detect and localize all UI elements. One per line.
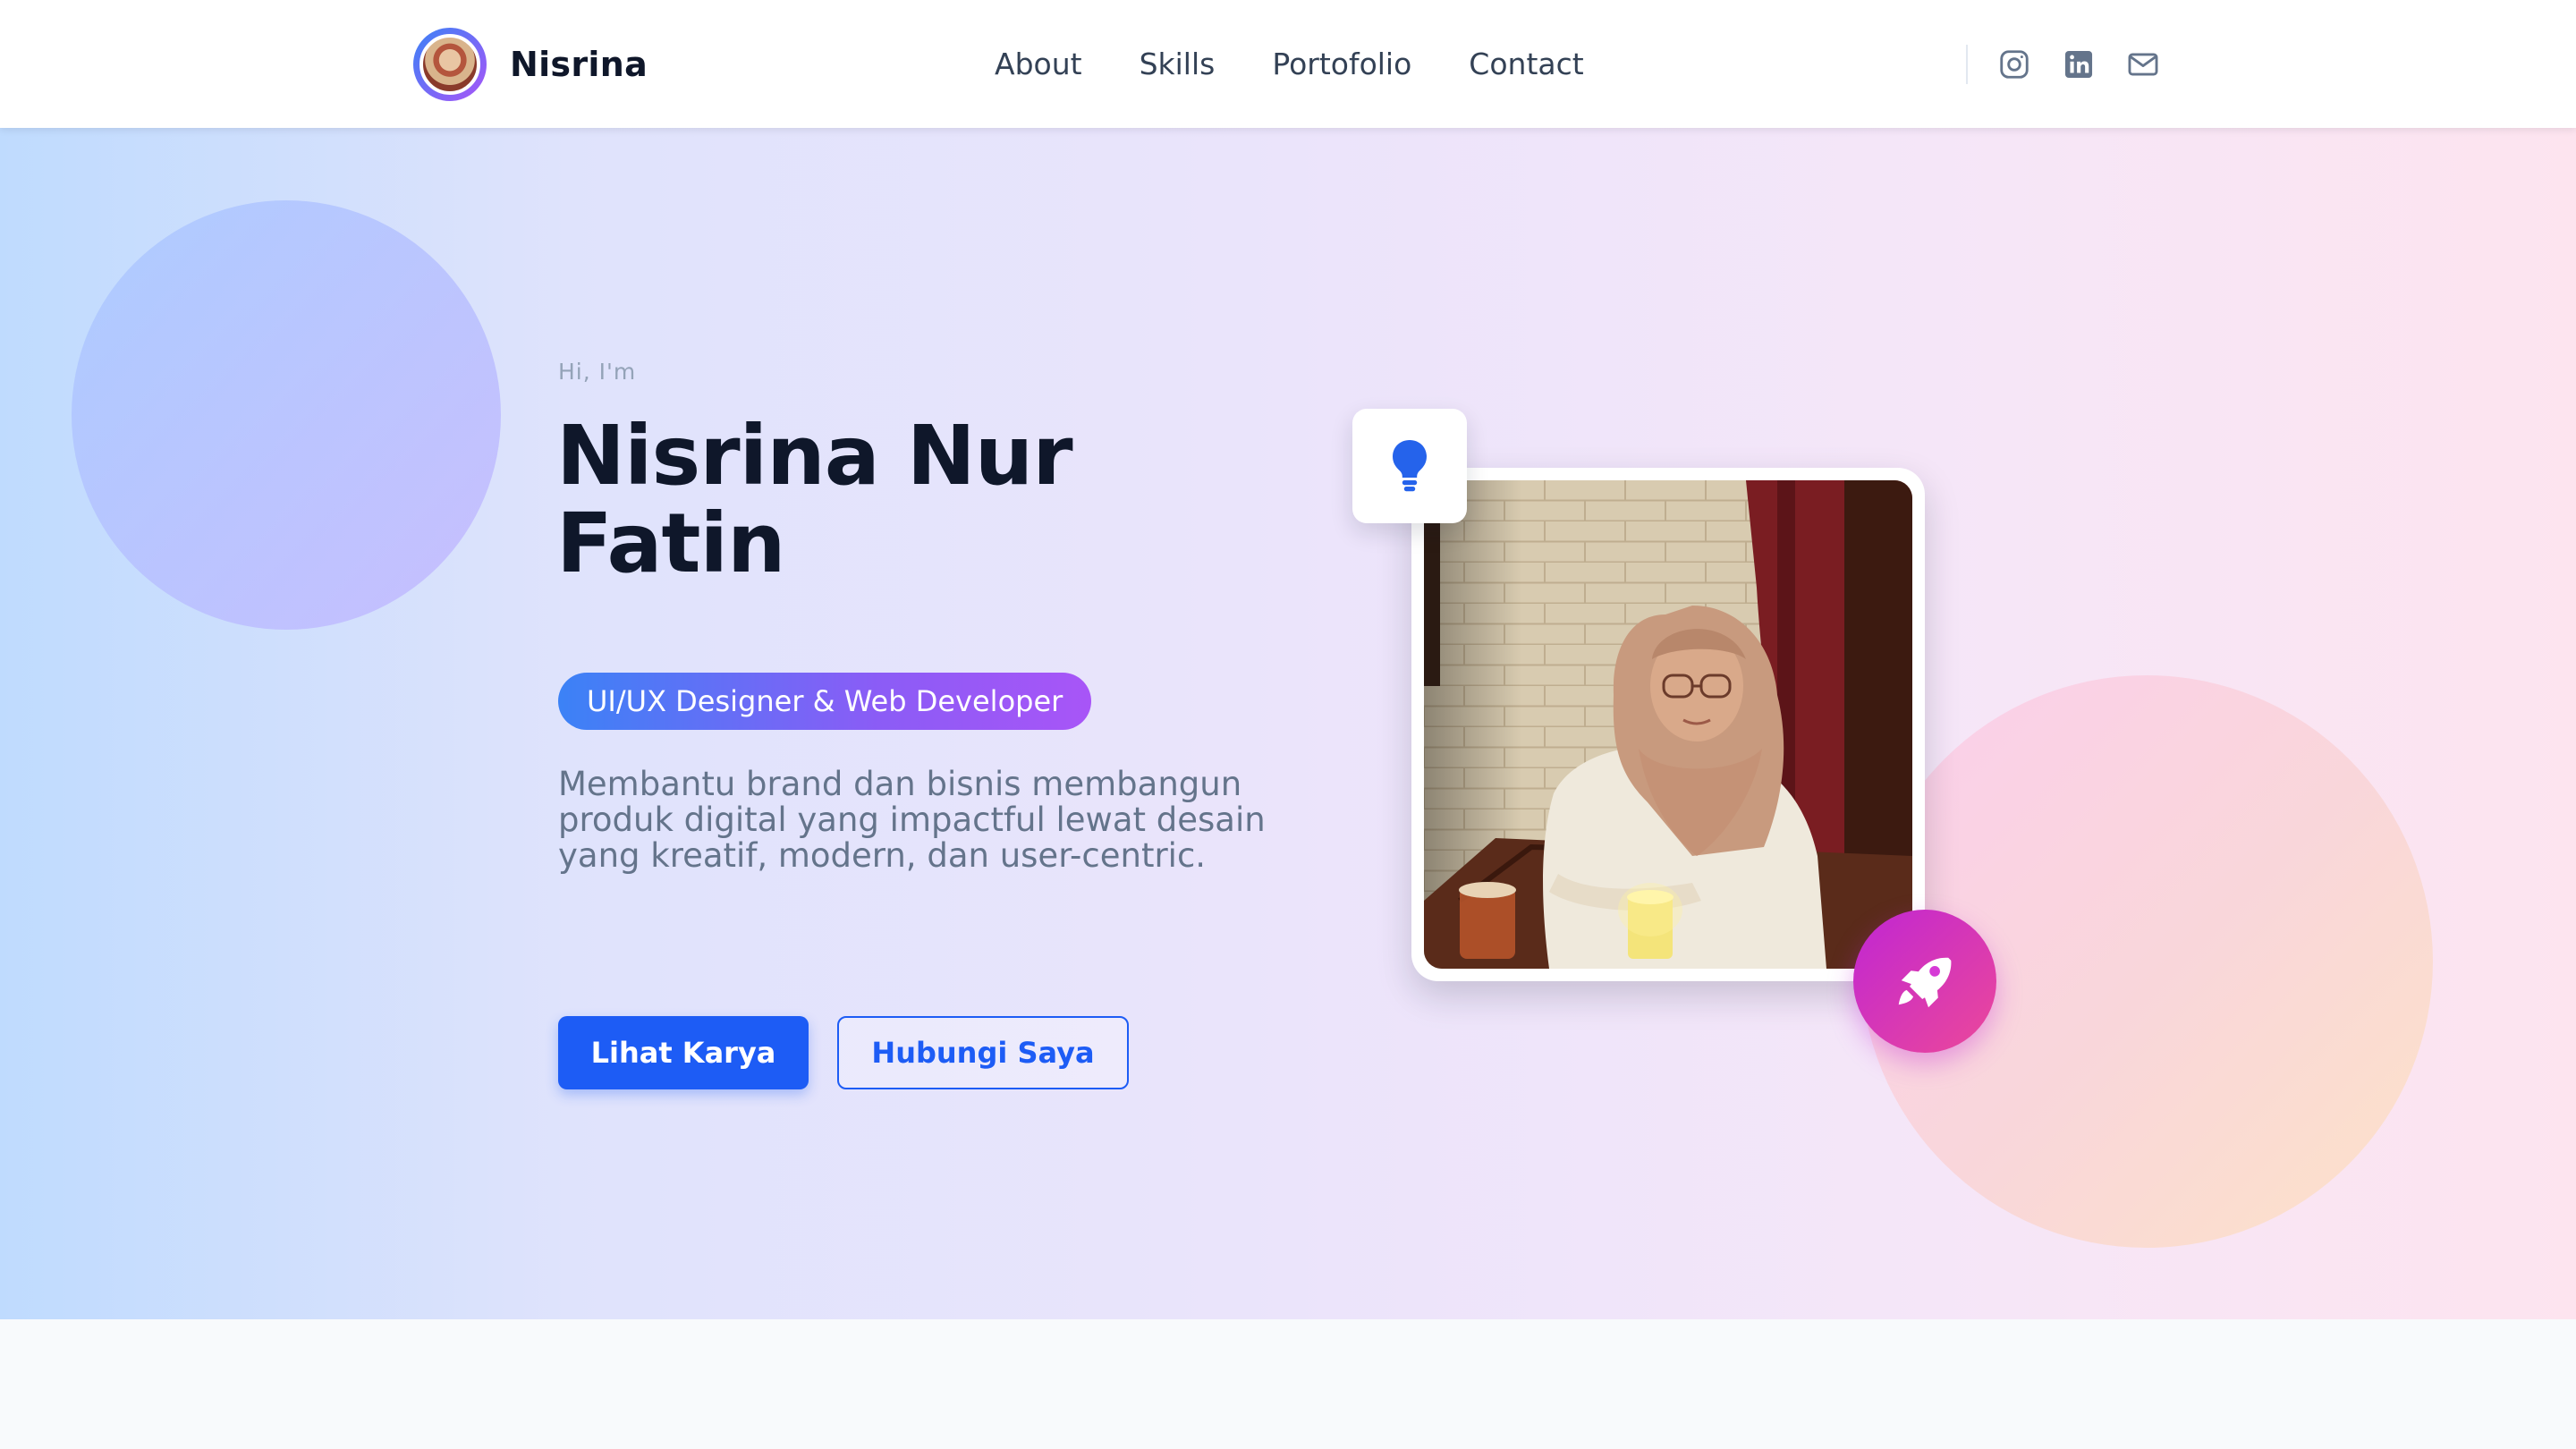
profile-photo <box>1424 480 1912 969</box>
decorative-blob-left <box>72 200 501 630</box>
rocket-badge <box>1853 910 1996 1053</box>
rocket-icon <box>1898 957 1952 1008</box>
nav-link-contact[interactable]: Contact <box>1469 43 1583 86</box>
view-work-button[interactable]: Lihat Karya <box>558 1016 809 1089</box>
hero-section: Hi, I'm Nisrina Nur Fatin UI/UX Designer… <box>0 128 2576 1319</box>
top-navbar: Nisrina About Skills Portofolio Contact <box>0 0 2576 128</box>
linkedin-icon[interactable] <box>2061 47 2097 82</box>
avatar <box>413 28 487 101</box>
instagram-icon[interactable] <box>1996 47 2032 82</box>
nav-link-portofolio[interactable]: Portofolio <box>1272 43 1411 86</box>
brand[interactable]: Nisrina <box>413 27 648 102</box>
nav-link-about[interactable]: About <box>995 43 1082 86</box>
nav-menu: About Skills Portofolio Contact <box>995 43 1641 86</box>
nav-link-skills[interactable]: Skills <box>1140 43 1216 86</box>
hero-greeting: Hi, I'm <box>558 359 637 385</box>
profile-photo-card <box>1411 468 1925 981</box>
hero-name: Nisrina Nur Fatin <box>556 408 1073 591</box>
role-badge: UI/UX Designer & Web Developer <box>558 673 1092 730</box>
avatar-image <box>419 34 480 95</box>
lightbulb-badge <box>1352 409 1467 523</box>
nav-divider <box>1966 45 1968 84</box>
contact-me-button[interactable]: Hubungi Saya <box>837 1016 1129 1089</box>
next-section-background <box>0 1319 2576 1449</box>
lightbulb-icon <box>1393 440 1427 492</box>
hero-description: Membantu brand dan bisnis membangun prod… <box>558 765 1266 875</box>
mail-icon[interactable] <box>2125 47 2161 82</box>
brand-name: Nisrina <box>510 45 648 84</box>
